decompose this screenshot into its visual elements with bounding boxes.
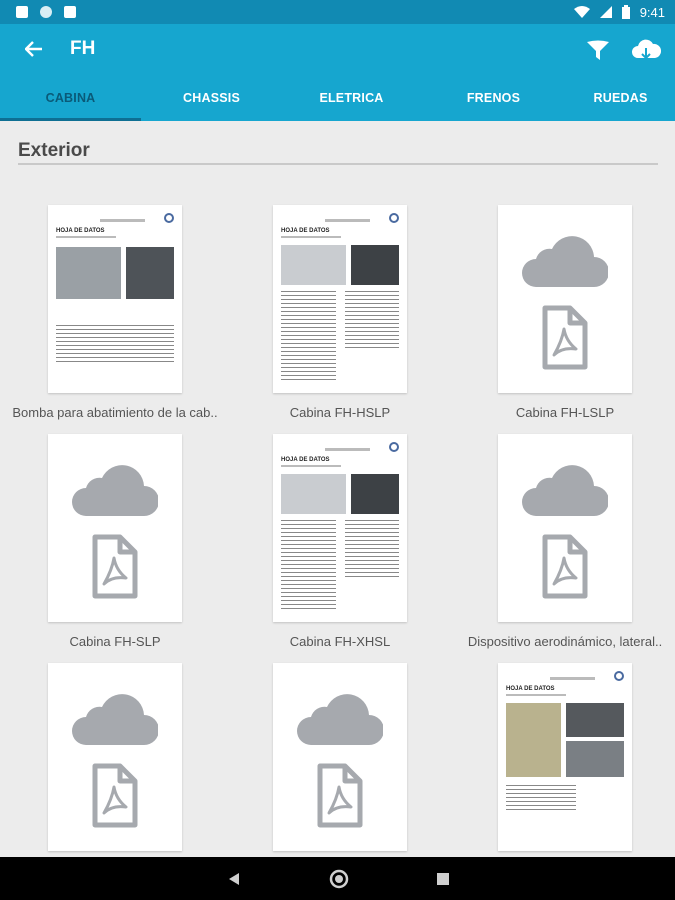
system-nav-bar <box>0 857 675 900</box>
pdf-file-icon <box>92 534 138 599</box>
doc-title: HOJA DE DATOS <box>281 457 330 463</box>
cloud-download-icon <box>632 39 661 60</box>
section-title: Exterior <box>18 140 90 161</box>
volvo-logo-icon <box>389 213 399 223</box>
doc-title: HOJA DE DATOS <box>281 228 330 234</box>
back-nav-icon[interactable] <box>227 872 241 886</box>
tab-chassis[interactable]: CHASSIS <box>141 74 282 121</box>
document-thumbnail: HOJA DE DATOS <box>273 205 407 393</box>
tab-frenos[interactable]: FRENOS <box>421 74 566 121</box>
document-caption: Dispositivo aerodinámico, lateral.. <box>467 634 663 649</box>
pdf-file-icon <box>542 305 588 370</box>
doc-title: HOJA DE DATOS <box>506 686 555 692</box>
battery-icon <box>621 5 630 19</box>
doc-brand-line <box>100 219 145 222</box>
document-caption: Cabina FH-LSLP <box>515 405 615 420</box>
cloud-icon <box>522 236 608 287</box>
doc-photo <box>566 703 624 737</box>
doc-brand-line <box>325 219 370 222</box>
doc-subtitle <box>56 236 116 238</box>
doc-photo <box>351 474 399 514</box>
back-button[interactable] <box>22 37 46 61</box>
doc-subtitle <box>281 465 341 467</box>
pdf-file-icon <box>317 763 363 828</box>
doc-title: HOJA DE DATOS <box>56 228 105 234</box>
recents-nav-icon[interactable] <box>436 872 449 885</box>
doc-text <box>345 520 399 580</box>
signal-icon <box>599 6 612 18</box>
tab-label: CABINA <box>45 90 96 105</box>
cloud-icon <box>72 465 158 516</box>
document-thumbnail <box>48 434 182 622</box>
doc-subtitle <box>281 236 341 238</box>
document-thumbnail: HOJA DE DATOS <box>273 434 407 622</box>
doc-photo <box>56 247 121 299</box>
document-thumbnail: HOJA DE DATOS <box>498 663 632 851</box>
volvo-logo-icon <box>164 213 174 223</box>
document-thumbnail: HOJA DE DATOS <box>48 205 182 393</box>
doc-photo <box>126 247 174 299</box>
app-bar: FH CABINA CHASSIS ELETRICA FRENOS RUEDAS <box>0 24 675 121</box>
doc-photo <box>566 741 624 777</box>
tab-cabina[interactable]: CABINA <box>0 74 141 121</box>
notification-a-icon <box>16 6 28 18</box>
document-thumbnail <box>498 205 632 393</box>
doc-text <box>281 291 336 383</box>
wifi-icon <box>573 6 590 18</box>
doc-photo <box>281 474 346 514</box>
tab-eletrica[interactable]: ELETRICA <box>282 74 421 121</box>
tab-label: FRENOS <box>466 90 521 105</box>
pdf-file-icon <box>92 763 138 828</box>
filter-icon <box>587 40 609 60</box>
section-divider <box>18 163 658 165</box>
document-caption: Cabina FH-SLP <box>69 634 161 649</box>
status-time: 9:41 <box>639 4 665 20</box>
document-caption: Bomba para abatimiento de la cab.. <box>12 405 218 420</box>
sd-card-icon <box>64 6 76 18</box>
filter-button[interactable] <box>583 36 613 66</box>
download-button[interactable] <box>631 36 661 66</box>
cloud-icon <box>72 694 158 745</box>
volvo-logo-icon <box>389 442 399 452</box>
document-thumbnail <box>273 663 407 851</box>
cloud-icon <box>522 465 608 516</box>
document-caption: Cabina FH-XHSL <box>289 634 391 649</box>
tab-label: CHASSIS <box>183 90 240 105</box>
doc-text <box>281 520 336 612</box>
doc-text <box>506 785 576 813</box>
document-thumbnail <box>498 434 632 622</box>
tab-label: ELETRICA <box>319 90 384 105</box>
document-caption: Cabina FH-HSLP <box>289 405 391 420</box>
home-nav-icon[interactable] <box>329 869 349 889</box>
doc-brand-line <box>325 448 370 451</box>
cloud-icon <box>297 694 383 745</box>
doc-text <box>56 325 174 365</box>
tab-label: RUEDAS <box>593 90 648 105</box>
doc-photo <box>281 245 346 285</box>
doc-brand-line <box>550 677 595 680</box>
tab-bar: CABINA CHASSIS ELETRICA FRENOS RUEDAS <box>0 74 675 121</box>
doc-text <box>345 291 399 351</box>
status-bar: 9:41 <box>0 0 675 24</box>
tab-ruedas[interactable]: RUEDAS <box>566 74 675 121</box>
doc-photo <box>506 703 561 777</box>
doc-subtitle <box>506 694 566 696</box>
notification-circle-icon <box>40 6 52 18</box>
page-title: FH <box>70 38 96 59</box>
volvo-logo-icon <box>614 671 624 681</box>
document-thumbnail <box>48 663 182 851</box>
arrow-left-icon <box>25 41 42 57</box>
doc-photo <box>351 245 399 285</box>
pdf-file-icon <box>542 534 588 599</box>
